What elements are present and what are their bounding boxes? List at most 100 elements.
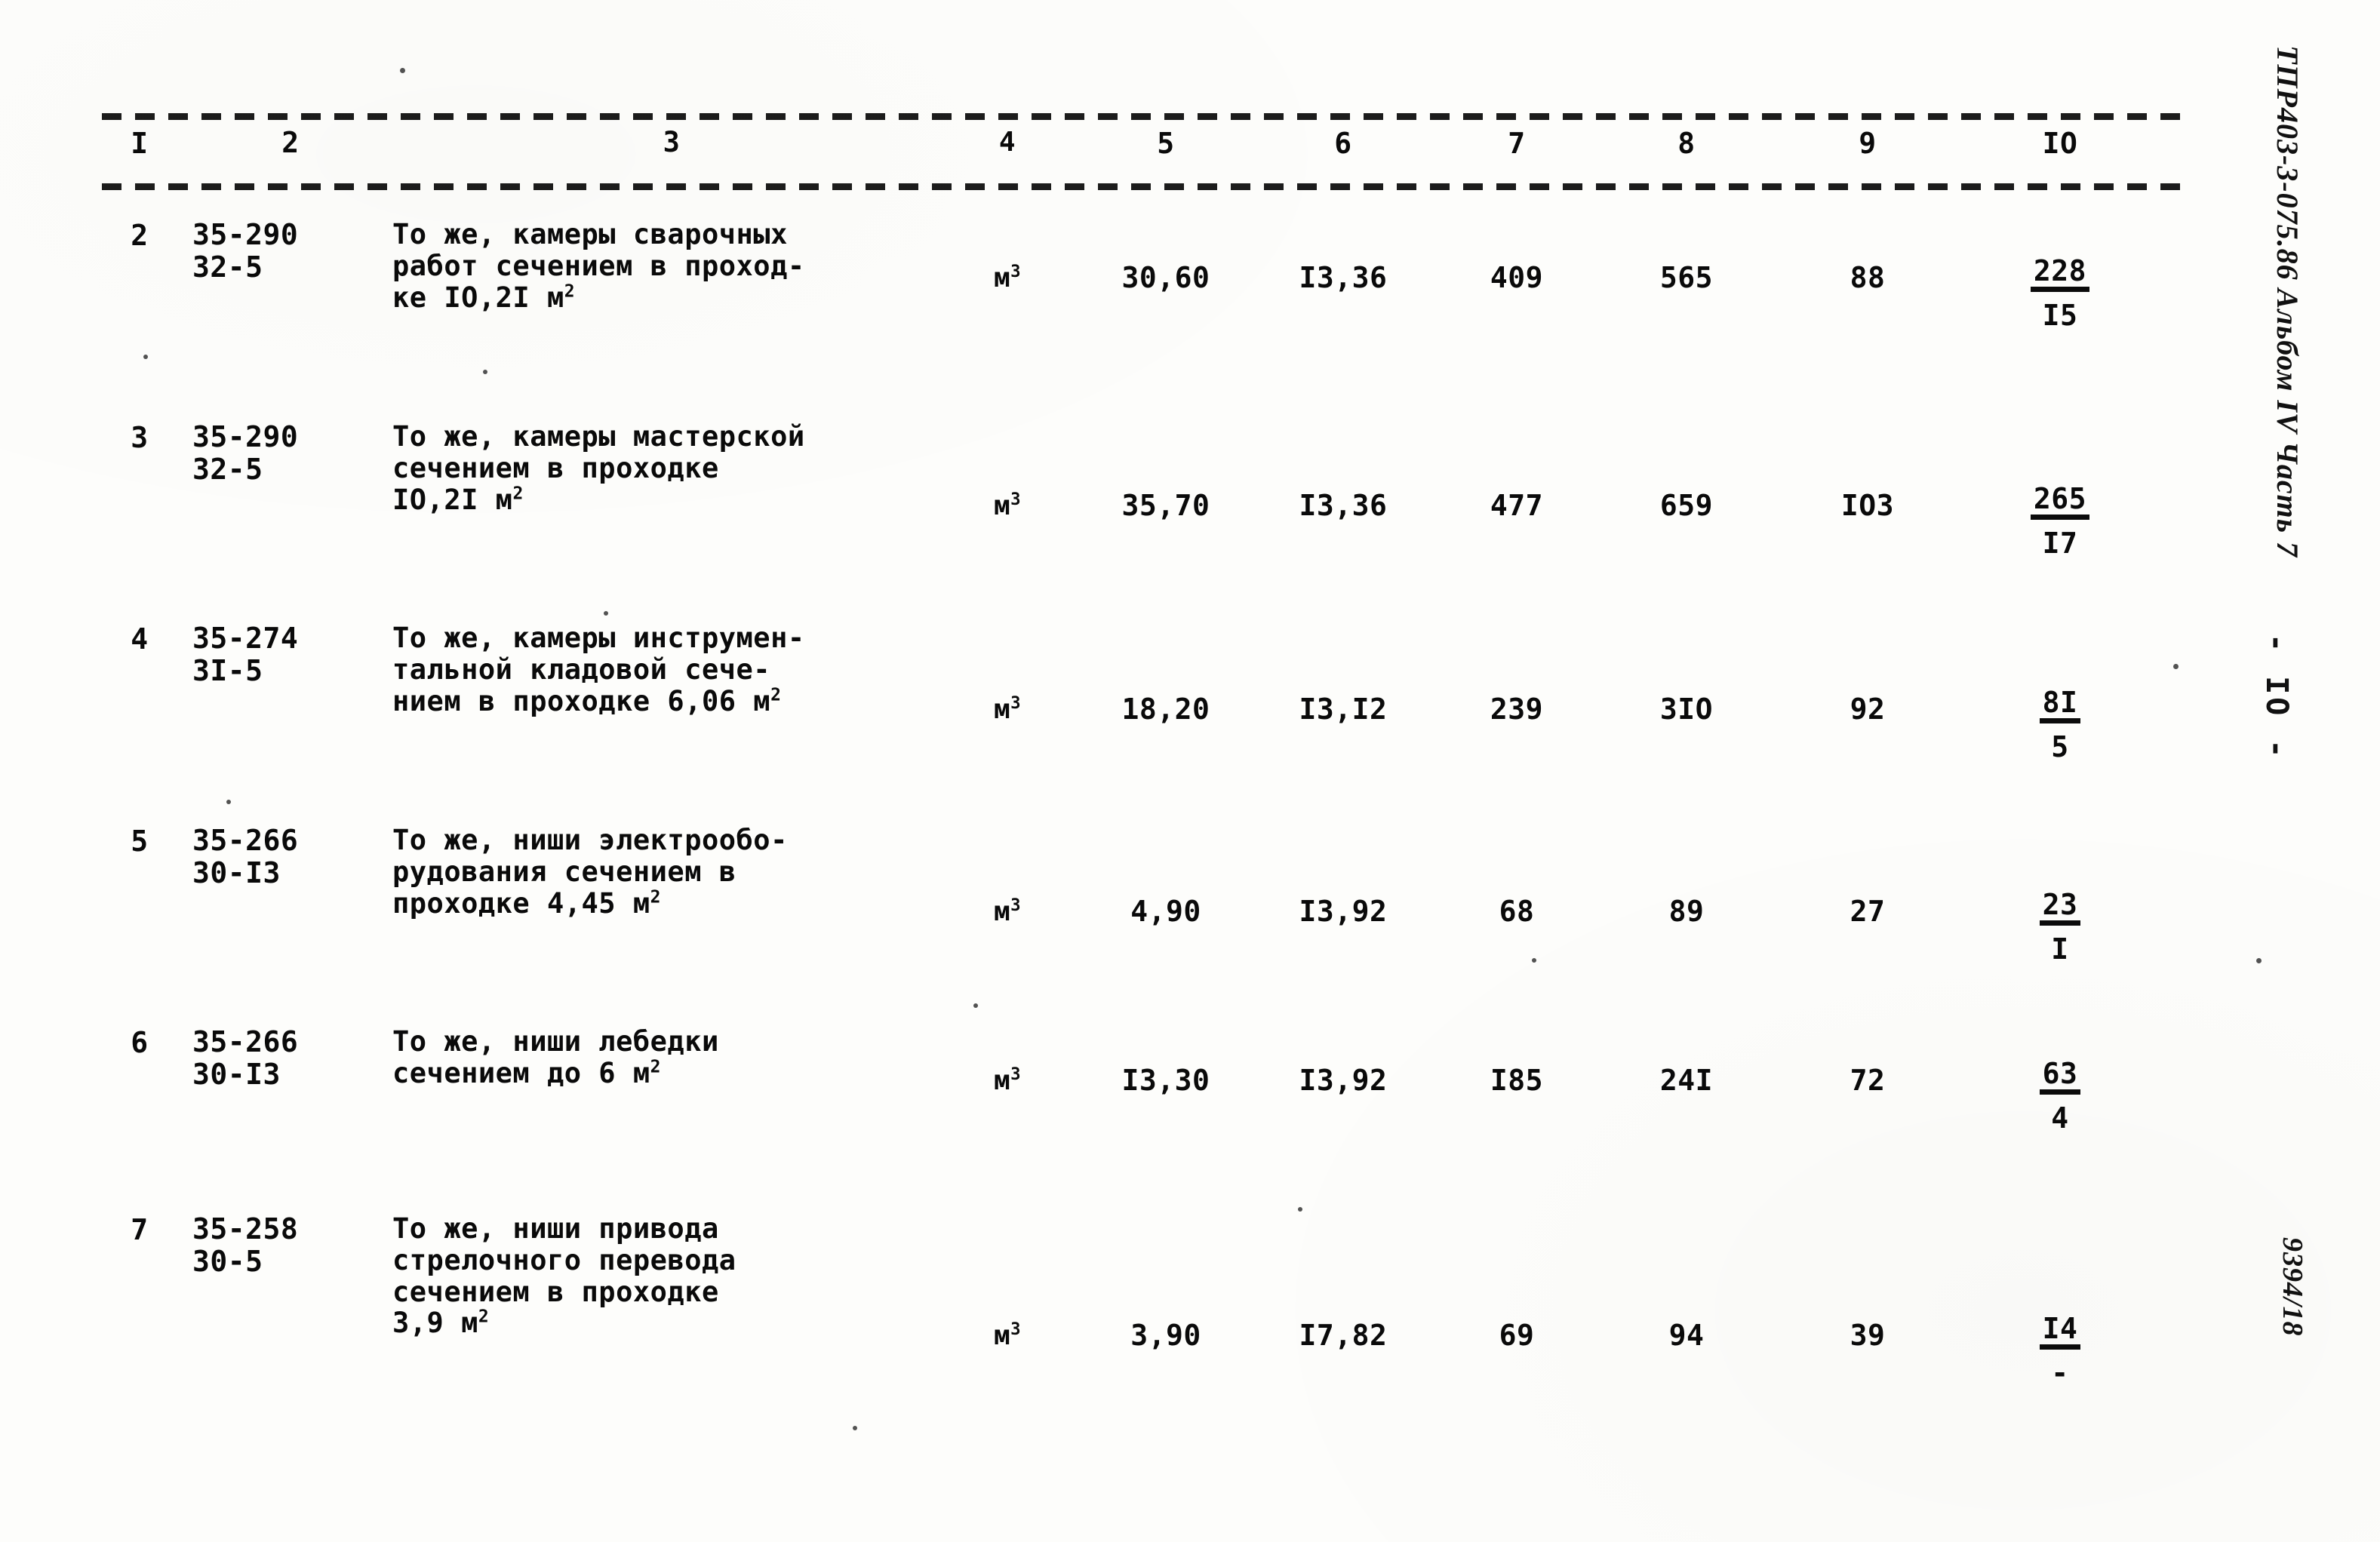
row-number: 6 — [131, 1026, 149, 1059]
row-value-5: 4,90 — [1130, 895, 1201, 928]
desc-line: То же, камеры мастерской — [392, 420, 805, 453]
unit-superscript: 3 — [1010, 490, 1022, 509]
margin-page-marker: - IO - — [2259, 634, 2294, 761]
code-line: 35-266 — [192, 824, 299, 857]
fraction: 8I 5 — [1977, 688, 2143, 761]
row-value-9: 39 — [1850, 1319, 1886, 1352]
row-unit: м3 — [993, 693, 1022, 725]
row-unit: м3 — [993, 1319, 1022, 1351]
row-value-5: 3,90 — [1130, 1319, 1201, 1352]
fraction: 228 I5 — [1977, 256, 2143, 330]
column-header-1: I — [131, 127, 149, 160]
desc-line: нием в проходке 6,06 м2 — [392, 684, 782, 717]
row-value-8: 89 — [1668, 895, 1705, 928]
fraction-numerator: I4 — [2039, 1314, 2081, 1350]
code-line: 35-290 — [192, 420, 299, 453]
fraction-numerator: 8I — [2039, 688, 2081, 723]
row-value-9: 92 — [1850, 693, 1886, 726]
code-line: 35-266 — [192, 1025, 299, 1058]
row-value-10: 228 I5 — [1977, 256, 2143, 330]
column-header-5: 5 — [1157, 127, 1175, 160]
column-header-4: 4 — [998, 127, 1016, 158]
table-sheet: I 2 3 4 5 6 7 8 9 IO 2 35-290 32-5 То же… — [0, 0, 2188, 1542]
row-value-10: I4 - — [1977, 1314, 2143, 1387]
scan-speck — [853, 1426, 857, 1430]
desc-line: То же, ниши лебедки — [392, 1025, 719, 1058]
row-description: То же, камеры мастерской сечением в прох… — [392, 421, 951, 515]
code-line: 3I-5 — [192, 653, 263, 687]
row-value-6: I3,36 — [1299, 261, 1388, 294]
row-value-8: 24I — [1659, 1064, 1714, 1097]
code-line: 30-I3 — [192, 855, 281, 889]
code-line: 32-5 — [192, 250, 263, 284]
desc-line: сечением до 6 м2 — [392, 1056, 661, 1089]
code-line: 35-274 — [192, 622, 299, 655]
desc-line: То же, камеры инструмен- — [392, 622, 805, 654]
desc-line: 3,9 м2 — [392, 1307, 490, 1340]
row-value-9: 27 — [1850, 895, 1886, 928]
row-value-9: 88 — [1850, 261, 1886, 294]
row-value-6: I3,92 — [1299, 895, 1388, 928]
row-value-7: 409 — [1490, 261, 1544, 294]
desc-line: рудования сечением в — [392, 855, 736, 888]
row-unit: м3 — [993, 262, 1022, 293]
fraction: 265 I7 — [1977, 484, 2143, 558]
fraction-numerator: 23 — [2039, 890, 2081, 926]
column-header-7: 7 — [1508, 127, 1526, 160]
row-description: То же, камеры сварочных работ сечением в… — [392, 219, 951, 313]
row-value-9: IO3 — [1840, 489, 1895, 522]
row-value-5: 35,70 — [1121, 489, 1210, 522]
code-line: 35-290 — [192, 218, 299, 251]
desc-line: IO,2I м2 — [392, 483, 524, 516]
unit-superscript: 3 — [1010, 1319, 1022, 1339]
fraction-numerator: 228 — [2030, 256, 2090, 292]
row-value-6: I7,82 — [1299, 1319, 1388, 1352]
scan-speck — [400, 68, 405, 73]
desc-superscript: 2 — [564, 281, 576, 302]
desc-superscript: 2 — [650, 1057, 661, 1077]
row-number: 2 — [131, 219, 149, 252]
row-description: То же, ниши привода стрелочного перевода… — [392, 1213, 951, 1339]
row-unit: м3 — [993, 895, 1022, 927]
row-value-7: 68 — [1499, 895, 1535, 928]
desc-line: сечением в проходке — [392, 1275, 719, 1308]
scan-speck — [604, 611, 608, 616]
code-line: 30-I3 — [192, 1057, 281, 1091]
row-value-6: I3,36 — [1299, 489, 1388, 522]
row-value-9: 72 — [1850, 1064, 1886, 1097]
row-number: 4 — [131, 622, 149, 656]
desc-line: сечением в проходке — [392, 451, 719, 484]
row-code: 35-258 30-5 — [192, 1213, 389, 1277]
desc-line: То же, камеры сварочных — [392, 218, 788, 250]
row-value-8: 565 — [1659, 261, 1714, 294]
desc-line: ке IO,2I м2 — [392, 281, 576, 314]
desc-superscript: 2 — [512, 484, 524, 504]
desc-superscript: 2 — [478, 1307, 490, 1328]
column-header-6: 6 — [1334, 127, 1352, 160]
fraction-denominator: 4 — [2051, 1101, 2069, 1135]
desc-line: проходке 4,45 м2 — [392, 886, 661, 920]
column-header-3: 3 — [663, 126, 681, 158]
fraction-denominator: I5 — [2042, 299, 2078, 332]
fraction: I4 - — [1977, 1314, 2143, 1387]
fraction-denominator: - — [2051, 1356, 2069, 1390]
row-value-7: I85 — [1490, 1064, 1544, 1097]
margin-stamp: 9394/18 — [2277, 1237, 2308, 1337]
margin-document-title: ТПР403-3-075.86 Альбом IV Часть 7 — [2271, 45, 2305, 558]
row-value-8: 94 — [1668, 1319, 1705, 1352]
fraction-denominator: I7 — [2042, 527, 2078, 560]
fraction: 63 4 — [1977, 1059, 2143, 1132]
scan-speck — [483, 370, 487, 374]
row-unit: м3 — [993, 490, 1022, 521]
column-header-8: 8 — [1677, 127, 1696, 160]
column-header-10: IO — [2042, 127, 2078, 160]
row-description: То же, камеры инструмен- тальной кладово… — [392, 622, 951, 717]
code-line: 35-258 — [192, 1212, 299, 1246]
desc-superscript: 2 — [770, 685, 782, 705]
scanned-page: I 2 3 4 5 6 7 8 9 IO 2 35-290 32-5 То же… — [0, 0, 2380, 1542]
unit-superscript: 3 — [1010, 1064, 1022, 1084]
desc-line: То же, ниши привода — [392, 1212, 719, 1245]
row-code: 35-266 30-I3 — [192, 825, 389, 889]
unit-superscript: 3 — [1010, 262, 1022, 281]
row-value-6: I3,I2 — [1299, 693, 1388, 726]
